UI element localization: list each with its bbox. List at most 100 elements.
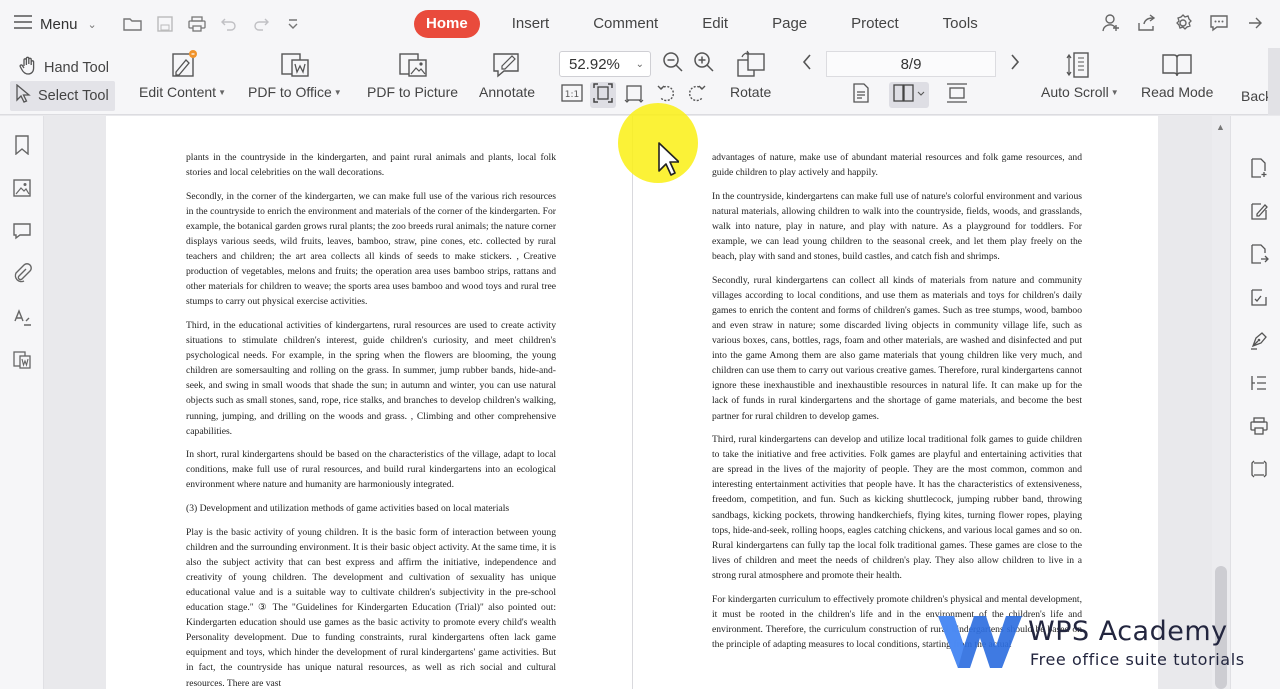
hand-tool-label: Hand Tool	[44, 60, 110, 76]
annotate-button[interactable]: Annotate	[479, 50, 535, 100]
continuous-scroll-icon	[946, 82, 968, 108]
cursor-arrow-icon	[14, 83, 32, 108]
scroll-up-icon[interactable]: ▲	[1216, 122, 1225, 132]
pen-nib-icon[interactable]	[1249, 330, 1269, 350]
page-text-column: plants in the countryside in the kinderg…	[186, 150, 556, 689]
rotate-button[interactable]: Rotate	[730, 50, 771, 100]
tab-insert[interactable]: Insert	[490, 10, 572, 38]
annotate-icon	[490, 50, 524, 84]
fit-width-button[interactable]	[621, 82, 647, 108]
single-page-icon	[852, 82, 870, 108]
wps-logo-icon	[938, 616, 1022, 668]
zoom-in-button[interactable]	[691, 51, 717, 77]
fit-width-icon	[624, 83, 644, 108]
print-icon[interactable]	[1249, 416, 1269, 436]
hamburger-icon	[14, 15, 32, 33]
edit-document-icon[interactable]	[1249, 201, 1269, 221]
toolbar-scrollbar[interactable]	[1268, 48, 1280, 115]
fit-page-button[interactable]	[590, 82, 616, 108]
tab-page[interactable]: Page	[750, 10, 829, 38]
paragraph: Secondly, in the corner of the kindergar…	[186, 190, 557, 308]
auto-scroll-label: Auto Scroll	[1041, 84, 1109, 100]
select-tool-button[interactable]: Select Tool	[10, 81, 115, 111]
tab-edit[interactable]: Edit	[680, 10, 750, 38]
actual-size-button[interactable]: 1:1	[559, 82, 585, 108]
svg-text:1:1: 1:1	[565, 90, 579, 100]
add-text-icon[interactable]	[1249, 158, 1269, 178]
caret-down-icon: ▼	[218, 88, 226, 97]
hand-tool-button[interactable]: Hand Tool	[14, 53, 113, 83]
next-page-button[interactable]	[1002, 51, 1028, 77]
paragraph: advantages of nature, make use of abunda…	[712, 152, 1082, 179]
signature-icon[interactable]	[11, 306, 33, 328]
tab-protect[interactable]: Protect	[829, 10, 921, 38]
pdf-to-picture-label: PDF to Picture	[367, 84, 459, 100]
bookmark-icon[interactable]	[11, 134, 33, 156]
document-viewport[interactable]: plants in the countryside in the kinderg…	[44, 116, 1212, 689]
comment-icon[interactable]	[11, 220, 33, 242]
gear-icon[interactable]	[1172, 12, 1194, 34]
dual-page-button[interactable]	[889, 82, 929, 108]
watermark-subtitle: Free office suite tutorials	[1030, 650, 1245, 669]
pdf-to-picture-icon	[396, 50, 430, 84]
undo-icon[interactable]	[219, 14, 239, 34]
edit-content-button[interactable]: Edit Content ▼	[139, 50, 226, 100]
vertical-scrollbar[interactable]: ▲	[1212, 116, 1230, 689]
paragraph: Secondly, rural kindergartens can collec…	[712, 274, 1082, 422]
customize-dropdown-icon[interactable]	[283, 14, 303, 34]
open-book-icon	[1160, 50, 1194, 84]
tab-tools[interactable]: Tools	[921, 10, 1000, 38]
actual-size-icon: 1:1	[561, 83, 583, 107]
read-mode-button[interactable]: Read Mode	[1141, 50, 1213, 100]
share-icon[interactable]	[1136, 12, 1158, 34]
chevron-down-icon: ⌄	[635, 58, 644, 70]
edit-content-icon	[165, 50, 199, 84]
paragraph: Third, rural kindergartens can develop a…	[712, 434, 1082, 581]
outline-icon[interactable]	[1249, 373, 1269, 393]
single-page-button[interactable]	[848, 82, 874, 108]
rotate-page-icon	[734, 50, 768, 84]
read-mode-label: Read Mode	[1141, 84, 1214, 100]
pdf-to-office-label: PDF to Office	[248, 84, 332, 100]
redo-icon[interactable]	[251, 14, 271, 34]
caret-down-icon: ▼	[333, 88, 342, 97]
attachment-icon[interactable]	[11, 262, 33, 284]
auto-scroll-button[interactable]: Auto Scroll ▼	[1041, 50, 1119, 100]
tab-comment[interactable]: Comment	[571, 10, 680, 38]
dual-page-icon	[892, 83, 926, 108]
print-icon[interactable]	[187, 14, 207, 34]
hand-icon	[18, 56, 38, 80]
tab-home[interactable]: Home	[414, 10, 480, 38]
feedback-icon[interactable]	[1208, 12, 1230, 34]
menu-label: Menu	[40, 15, 78, 33]
annotate-label: Annotate	[479, 84, 536, 100]
main-menu-button[interactable]: Menu ⌄	[0, 15, 97, 33]
crop-page-icon[interactable]	[1249, 459, 1269, 479]
select-tool-label: Select Tool	[38, 88, 109, 104]
wps-academy-watermark: WPS Academy Free office suite tutorials	[936, 612, 1256, 672]
rotate-right-button[interactable]	[684, 82, 710, 108]
paragraph: Play is the basic activity of young chil…	[186, 526, 556, 689]
ribbon-tabs: Home Insert Comment Edit Page Protect To…	[414, 10, 1000, 38]
auto-scroll-icon	[1063, 50, 1097, 84]
convert-icon[interactable]	[11, 349, 33, 371]
previous-page-button[interactable]	[794, 51, 820, 77]
caret-down-icon: ▼	[1110, 88, 1119, 97]
open-folder-icon[interactable]	[123, 14, 143, 34]
pdf-to-picture-button[interactable]: PDF to Picture	[367, 50, 458, 100]
page-number-input[interactable]: 8/9	[826, 51, 996, 77]
more-icon[interactable]	[1244, 12, 1266, 34]
sign-form-icon[interactable]	[1249, 287, 1269, 307]
save-icon[interactable]	[155, 14, 175, 34]
zoom-select[interactable]: 52.92% ⌄	[559, 51, 651, 77]
paragraph: In short, rural kindergartens should be …	[186, 449, 556, 491]
page-indicator: 8/9	[900, 55, 922, 73]
export-document-icon[interactable]	[1249, 244, 1269, 264]
chevron-down-icon: ⌄	[87, 18, 97, 31]
chevron-left-icon	[801, 53, 813, 76]
continuous-scroll-button[interactable]	[944, 82, 970, 108]
pdf-to-office-button[interactable]: PDF to Office ▼	[248, 50, 342, 100]
thumbnail-icon[interactable]	[11, 177, 33, 199]
add-user-icon[interactable]	[1100, 12, 1122, 34]
zoom-out-button[interactable]	[660, 51, 686, 77]
